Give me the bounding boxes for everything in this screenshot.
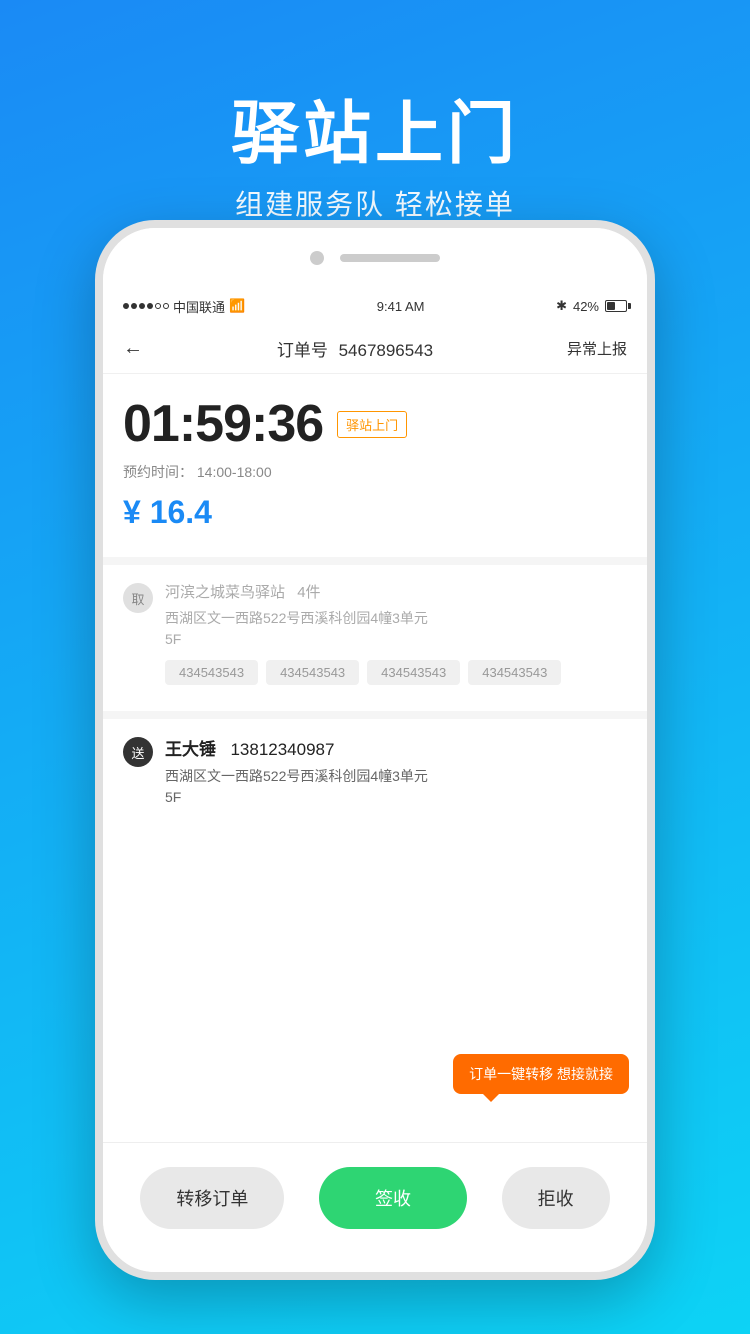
dot3: [139, 303, 145, 309]
phone-camera: [310, 251, 324, 265]
sign-button[interactable]: 签收: [319, 1167, 467, 1229]
pkg-tag-3: 434543543: [367, 660, 460, 685]
pickup-station: 河滨之城菜鸟驿站 4件: [165, 581, 627, 602]
appointment-time: 预约时间： 14:00-18:00: [123, 462, 627, 482]
package-tags: 434543543 434543543 434543543 434543543: [165, 660, 627, 685]
pickup-tag: 取: [123, 583, 153, 613]
hero-title: 驿站上门: [231, 97, 519, 172]
pkg-tag-2: 434543543: [266, 660, 359, 685]
side-button-left1: [95, 428, 99, 478]
bluetooth-icon: ✱: [556, 298, 567, 314]
status-bar: 中国联通 📶 9:41 AM ✱ 42%: [103, 288, 647, 324]
pkg-tag-4: 434543543: [468, 660, 561, 685]
bottom-bar: 转移订单 签收 拒收: [103, 1142, 647, 1272]
status-time: 9:41 AM: [377, 299, 425, 314]
reject-button[interactable]: 拒收: [502, 1167, 610, 1229]
delivery-name-phone: 王大锤 13812340987: [165, 735, 627, 760]
transfer-order-button[interactable]: 转移订单: [140, 1167, 284, 1229]
timer-row: 01:59:36 驿站上门: [123, 394, 627, 454]
carrier-label: 中国联通: [173, 297, 225, 316]
delivery-row: 送 王大锤 13812340987 西湖区文一西路522号西溪科创园4幢3单元 …: [123, 735, 627, 808]
delivery-name: 王大锤: [165, 740, 216, 759]
back-button[interactable]: ←: [123, 337, 143, 360]
transfer-tooltip: 订单一键转移 想接就接: [453, 1054, 629, 1094]
dot1: [123, 303, 129, 309]
pkg-tag-1: 434543543: [165, 660, 258, 685]
dot2: [131, 303, 137, 309]
price-display: ¥ 16.4: [123, 494, 627, 531]
dot5: [155, 303, 161, 309]
scroll-content: 01:59:36 驿站上门 预约时间： 14:00-18:00 ¥ 16.4 取…: [103, 374, 647, 1252]
status-left: 中国联通 📶: [123, 297, 245, 316]
status-right: ✱ 42%: [556, 298, 627, 314]
delivery-section: 送 王大锤 13812340987 西湖区文一西路522号西溪科创园4幢3单元 …: [103, 711, 647, 834]
pickup-section: 取 河滨之城菜鸟驿站 4件 西湖区文一西路522号西溪科创园4幢3单元 5F 4…: [103, 557, 647, 711]
phone-speaker: [340, 254, 440, 262]
pickup-address: 西湖区文一西路522号西溪科创园4幢3单元 5F: [165, 608, 627, 650]
timer-display: 01:59:36: [123, 394, 323, 454]
delivery-tag: 送: [123, 737, 153, 767]
dot6: [163, 303, 169, 309]
pickup-info: 河滨之城菜鸟驿站 4件 西湖区文一西路522号西溪科创园4幢3单元 5F 434…: [165, 581, 627, 685]
delivery-phone: 13812340987: [230, 740, 334, 759]
hero-subtitle: 组建服务队 轻松接单: [235, 183, 515, 223]
delivery-info: 王大锤 13812340987 西湖区文一西路522号西溪科创园4幢3单元 5F: [165, 735, 627, 808]
battery-fill: [607, 302, 615, 310]
side-button-left2: [95, 498, 99, 548]
order-number: 5467896543: [339, 341, 434, 360]
service-tag: 驿站上门: [337, 411, 407, 438]
report-button[interactable]: 异常上报: [567, 338, 627, 359]
dot4: [147, 303, 153, 309]
battery-percent: 42%: [573, 299, 599, 314]
phone-notch: [103, 228, 647, 288]
battery-icon: [605, 300, 627, 312]
pickup-row: 取 河滨之城菜鸟驿站 4件 西湖区文一西路522号西溪科创园4幢3单元 5F 4…: [123, 581, 627, 685]
phone-mockup: 中国联通 📶 9:41 AM ✱ 42% ← 订单号 5467896543 异常…: [95, 220, 655, 1280]
app-header: ← 订单号 5467896543 异常上报: [103, 324, 647, 374]
delivery-address: 西湖区文一西路522号西溪科创园4幢3单元 5F: [165, 766, 627, 808]
timer-section: 01:59:36 驿站上门 预约时间： 14:00-18:00 ¥ 16.4: [103, 374, 647, 557]
side-button-right: [651, 468, 655, 548]
signal-dots: [123, 303, 169, 309]
wifi-icon: 📶: [229, 298, 245, 314]
order-label: 订单号 5467896543: [277, 336, 433, 361]
